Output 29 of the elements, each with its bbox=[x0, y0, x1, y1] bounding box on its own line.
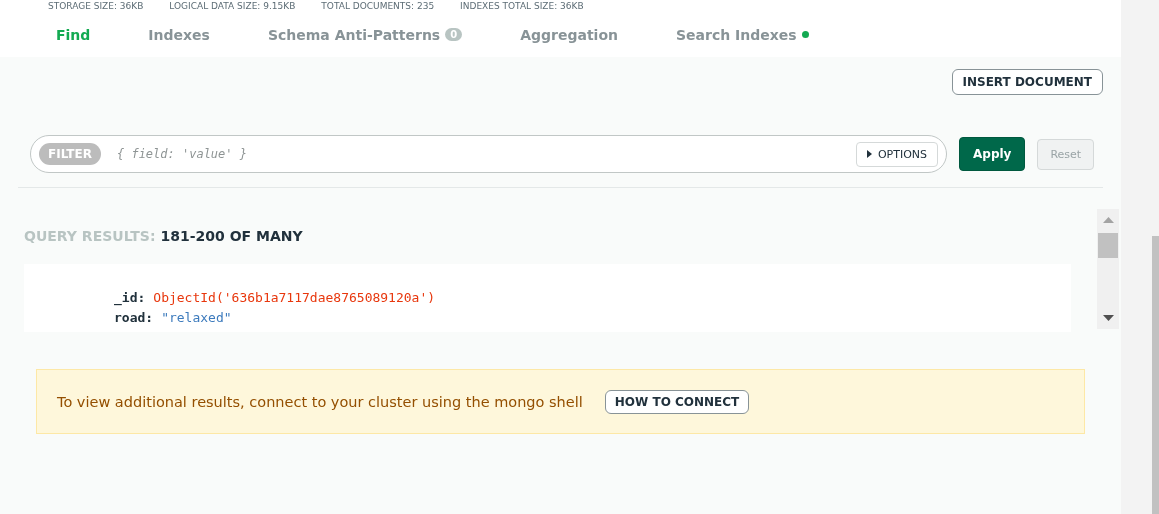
tab[interactable]: Indexes bbox=[148, 26, 210, 43]
storage-stat: LOGICAL DATA SIZE: 9.15KB bbox=[169, 0, 296, 12]
insert-document-button[interactable]: INSERT DOCUMENT bbox=[951, 69, 1103, 95]
tab[interactable]: Find bbox=[56, 26, 91, 43]
how-to-connect-button[interactable]: HOW TO CONNECT bbox=[604, 389, 750, 414]
field-key: _id: bbox=[114, 288, 146, 308]
tab[interactable]: Aggregation bbox=[520, 26, 618, 43]
filter-field[interactable]: FILTER { field: 'value' } OPTIONS bbox=[30, 135, 947, 173]
results-range: 181-200 OF MANY bbox=[160, 228, 303, 244]
field-value: ObjectId('636b1a7117dae8765089120a') bbox=[153, 289, 436, 307]
scrollbar[interactable] bbox=[1097, 209, 1119, 329]
filter-label: FILTER bbox=[39, 143, 101, 165]
field-key: road: bbox=[114, 308, 154, 328]
tab[interactable]: Search Indexes bbox=[676, 26, 809, 43]
up-arrow-icon[interactable] bbox=[1103, 217, 1114, 223]
storage-stat: STORAGE SIZE: 36KB bbox=[48, 0, 144, 12]
banner-text: To view additional results, connect to your cluster using the mongo shell bbox=[57, 393, 583, 410]
caret-icon bbox=[866, 150, 872, 158]
storage-stat: TOTAL DOCUMENTS: 235 bbox=[321, 0, 435, 12]
scroll-thumb[interactable] bbox=[1098, 233, 1118, 258]
results-label: QUERY RESULTS: bbox=[24, 228, 156, 244]
options-button[interactable]: OPTIONS bbox=[855, 141, 938, 167]
field-value: "relaxed" bbox=[161, 309, 232, 327]
storage-stat: INDEXES TOTAL SIZE: 36KB bbox=[460, 0, 584, 12]
down-arrow-icon[interactable] bbox=[1103, 315, 1114, 321]
tab[interactable]: Schema Anti-Patterns 0 bbox=[267, 26, 463, 43]
count-badge: 0 bbox=[445, 28, 463, 41]
apply-button[interactable]: Apply bbox=[959, 137, 1026, 171]
scrollbar[interactable] bbox=[1152, 236, 1159, 514]
